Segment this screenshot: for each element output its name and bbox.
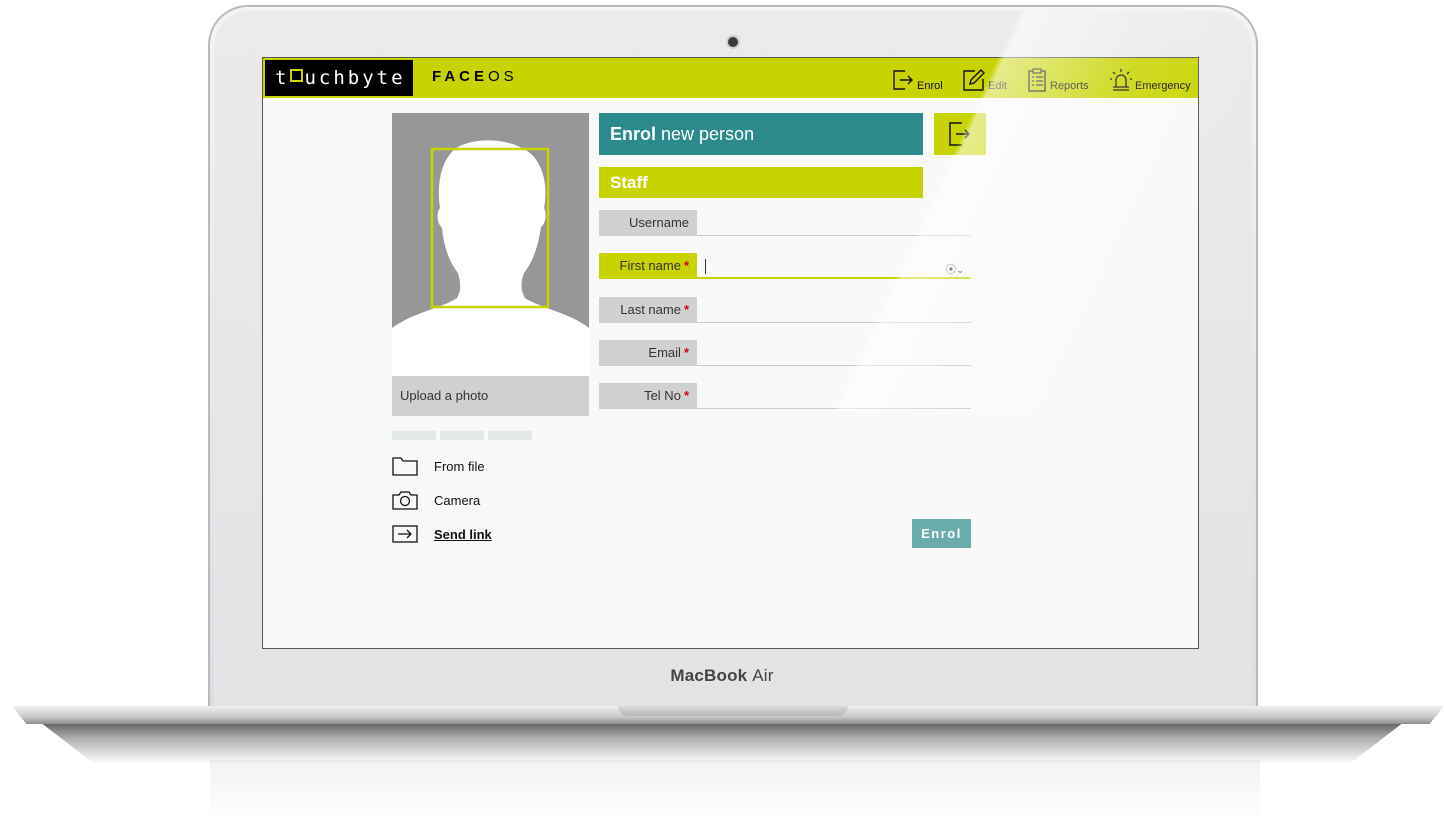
send-link-label: Send link bbox=[434, 526, 492, 542]
laptop-hinge-notch bbox=[618, 706, 848, 716]
last-name-input[interactable] bbox=[697, 297, 971, 322]
touchbyte-logo[interactable]: t uchbyte bbox=[265, 60, 413, 96]
logo-square-icon bbox=[290, 69, 304, 82]
field-label-first-name: First name * bbox=[599, 253, 697, 279]
enrol-icon bbox=[893, 70, 913, 90]
field-label-username: Username bbox=[599, 210, 697, 236]
nav-reports[interactable]: Reports bbox=[1026, 66, 1089, 92]
section-header: Staff bbox=[599, 167, 923, 198]
last-name-field[interactable] bbox=[697, 297, 971, 323]
nav-edit[interactable]: Edit bbox=[962, 66, 1007, 92]
first-name-label-text: First name bbox=[619, 258, 681, 273]
upload-progress-segment bbox=[440, 431, 484, 440]
device-brand: MacBook Air bbox=[0, 666, 1444, 686]
tel-no-label-text: Tel No bbox=[644, 388, 681, 403]
brand-model: Air bbox=[752, 666, 774, 685]
upload-progress-segment bbox=[488, 431, 532, 440]
first-name-field[interactable] bbox=[697, 253, 971, 279]
username-label-text: Username bbox=[629, 215, 689, 230]
screen: t uchbyte FACEOS Enrol Edit Reports Emerg… bbox=[263, 58, 1198, 648]
email-input[interactable] bbox=[697, 340, 971, 365]
email-label-text: Email bbox=[648, 345, 681, 360]
exit-button[interactable] bbox=[934, 113, 986, 155]
field-label-tel-no: Tel No * bbox=[599, 383, 697, 409]
camera-icon bbox=[392, 491, 418, 510]
nav-edit-label: Edit bbox=[988, 80, 1007, 92]
enrol-submit-button[interactable]: Enrol bbox=[912, 519, 971, 548]
required-asterisk: * bbox=[683, 388, 689, 403]
field-label-last-name: Last name * bbox=[599, 297, 697, 323]
tel-no-input[interactable] bbox=[697, 383, 971, 408]
exit-icon bbox=[949, 122, 971, 146]
source-send-link[interactable]: Send link bbox=[392, 525, 492, 543]
edit-icon bbox=[963, 69, 985, 91]
page-title-bold: Enrol bbox=[610, 124, 657, 144]
nav-enrol-label: Enrol bbox=[917, 80, 943, 92]
webcam bbox=[728, 37, 738, 47]
emergency-icon bbox=[1110, 69, 1132, 91]
reports-icon bbox=[1028, 68, 1046, 92]
last-name-label-text: Last name bbox=[620, 302, 681, 317]
logo-text-start: t bbox=[275, 67, 290, 89]
logo-text-end: uchbyte bbox=[304, 67, 406, 89]
person-silhouette-icon bbox=[392, 140, 589, 375]
upload-photo-button[interactable]: Upload a photo bbox=[392, 376, 589, 416]
field-label-email: Email * bbox=[599, 340, 697, 366]
app-name-bold: FACE bbox=[432, 68, 489, 85]
nav-emergency[interactable]: Emergency bbox=[1109, 66, 1191, 92]
laptop-base-shadow bbox=[40, 722, 1404, 764]
nav-enrol[interactable]: Enrol bbox=[891, 66, 943, 92]
folder-icon bbox=[392, 457, 418, 476]
send-link-icon bbox=[392, 525, 418, 543]
tel-no-field[interactable] bbox=[697, 383, 971, 409]
username-input[interactable] bbox=[697, 210, 971, 235]
brand-name: MacBook bbox=[670, 666, 748, 685]
nav-reports-label: Reports bbox=[1050, 80, 1089, 92]
autofill-contact-icon[interactable]: ⦿⌄ bbox=[946, 261, 964, 276]
from-file-label: From file bbox=[434, 458, 485, 474]
camera-label: Camera bbox=[434, 492, 481, 508]
source-from-file[interactable]: From file bbox=[392, 456, 485, 476]
page-title: Enrol new person bbox=[599, 113, 923, 155]
required-asterisk: * bbox=[683, 345, 689, 360]
first-name-input[interactable] bbox=[697, 253, 971, 277]
text-caret bbox=[705, 259, 706, 274]
app-name-regular: OS bbox=[488, 68, 518, 85]
table-reflection bbox=[210, 760, 1260, 822]
required-asterisk: * bbox=[683, 258, 689, 273]
upload-progress-segment bbox=[392, 431, 436, 440]
nav-emergency-label: Emergency bbox=[1135, 80, 1191, 92]
username-field[interactable] bbox=[697, 210, 971, 236]
source-camera[interactable]: Camera bbox=[392, 490, 480, 510]
required-asterisk: * bbox=[683, 302, 689, 317]
page-title-rest: new person bbox=[656, 124, 755, 144]
email-field[interactable] bbox=[697, 340, 971, 366]
upload-photo-label: Upload a photo bbox=[400, 388, 489, 403]
photo-placeholder bbox=[392, 113, 589, 375]
app-name: FACEOS bbox=[432, 68, 518, 85]
